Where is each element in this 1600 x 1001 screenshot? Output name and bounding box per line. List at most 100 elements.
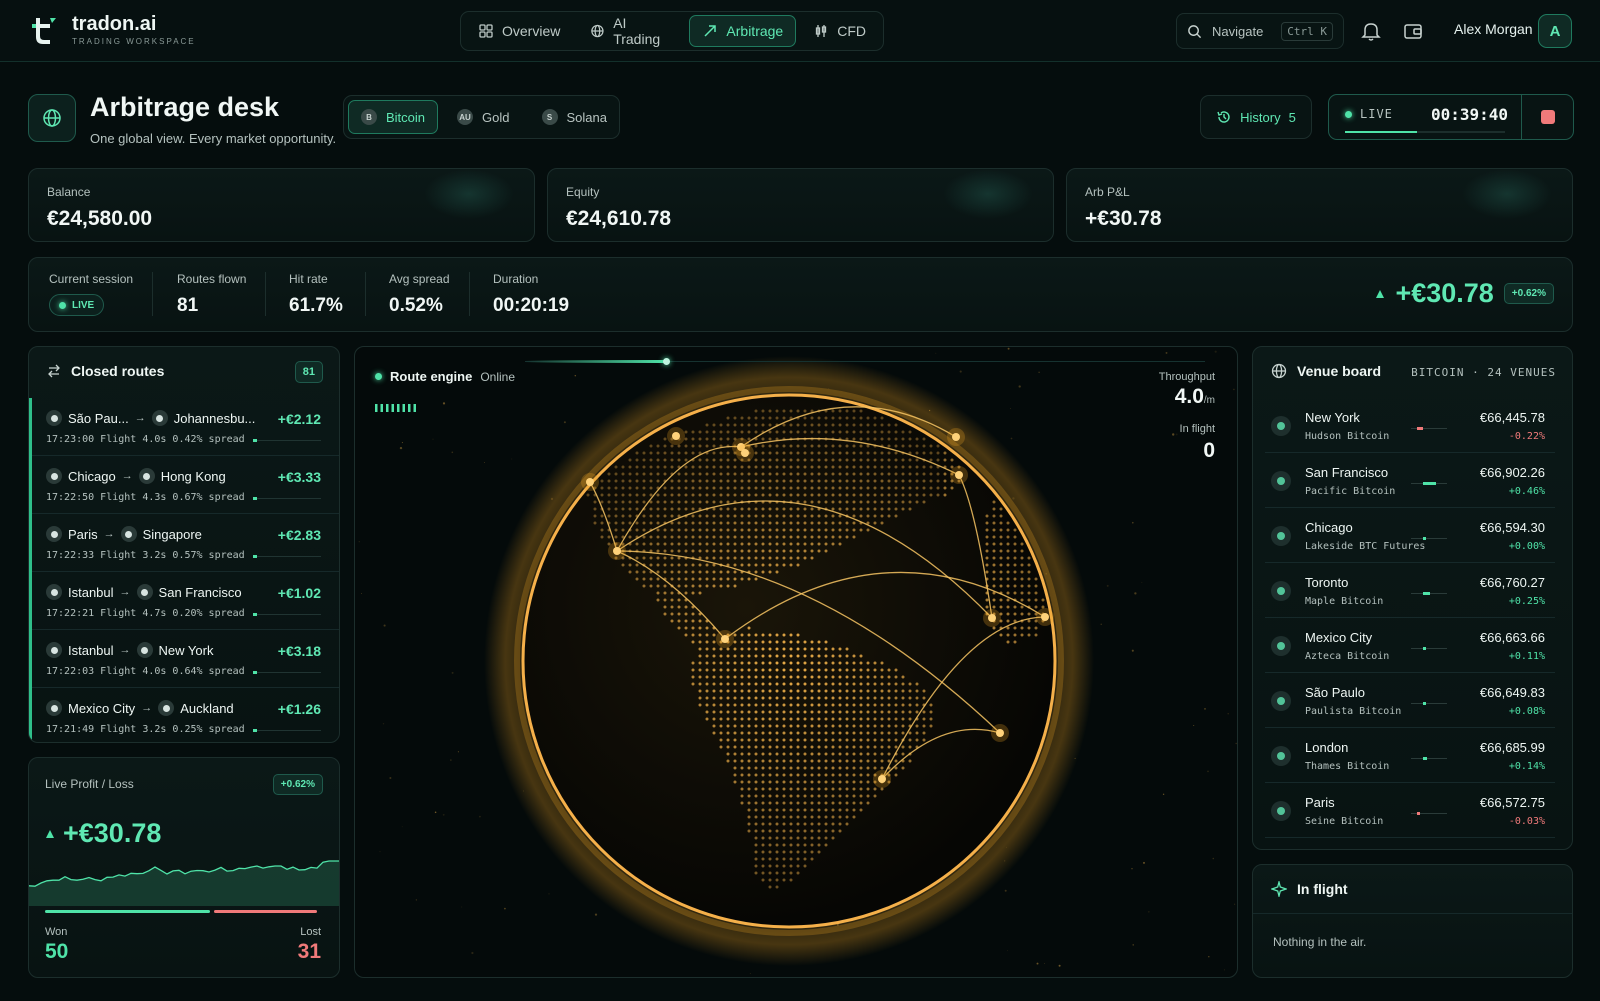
history-button[interactable]: History 5 — [1200, 95, 1312, 139]
land-dot — [866, 759, 870, 763]
land-dot — [999, 563, 1003, 567]
land-dot — [768, 850, 772, 854]
land-dot — [761, 640, 765, 644]
shortcut-key: Ctrl K — [1281, 21, 1333, 41]
land-dot — [712, 423, 716, 427]
signal-bar — [391, 404, 394, 412]
land-dot — [782, 661, 786, 665]
land-dot — [677, 472, 681, 476]
land-dot — [782, 514, 786, 518]
land-dot — [768, 542, 772, 546]
land-dot — [901, 507, 905, 511]
land-dot — [859, 745, 863, 749]
land-dot — [796, 871, 800, 875]
land-dot — [768, 640, 772, 644]
stop-button[interactable] — [1521, 95, 1573, 139]
land-dot — [691, 591, 695, 595]
land-dot — [824, 689, 828, 693]
app-logo[interactable]: tradon.ai TRADING WORKSPACE — [28, 14, 196, 46]
tab-cfd[interactable]: CFD — [800, 15, 879, 47]
land-dot — [1013, 556, 1017, 560]
land-dot — [880, 458, 884, 462]
globe-map[interactable] — [355, 347, 1238, 978]
route-row[interactable]: Istanbul → New York +€3.18 17:22:03 Flight 4… — [32, 630, 339, 688]
land-dot — [761, 815, 765, 819]
in-flight-empty-state: Nothing in the air. — [1273, 935, 1367, 949]
venue-node — [613, 547, 621, 555]
land-dot — [1006, 521, 1010, 525]
venue-row[interactable]: Toronto Maple Bitcoin €66,760.27 +0.25% — [1265, 564, 1555, 618]
land-dot — [915, 444, 919, 448]
land-dot — [838, 416, 842, 420]
land-dot — [915, 486, 919, 490]
tab-ai-trading[interactable]: AI Trading — [577, 15, 685, 47]
land-dot — [985, 521, 989, 525]
land-dot — [775, 409, 779, 413]
tab-arbitrage[interactable]: Arbitrage — [689, 15, 797, 47]
land-dot — [761, 766, 765, 770]
land-dot — [740, 682, 744, 686]
venue-row[interactable]: Chicago Lakeside BTC Futures €66,594.30 +0.… — [1265, 509, 1555, 563]
land-dot — [999, 549, 1003, 553]
land-dot — [782, 717, 786, 721]
session-pnl-pct: +0.62% — [1503, 283, 1554, 304]
wallet-icon[interactable] — [1402, 20, 1424, 42]
land-dot — [999, 535, 1003, 539]
land-dot — [677, 521, 681, 525]
star — [432, 438, 434, 440]
land-dot — [901, 731, 905, 735]
venue-row[interactable]: São Paulo Paulista Bitcoin €66,649.83 +0.08… — [1265, 674, 1555, 728]
land-dot — [663, 591, 667, 595]
tab-overview[interactable]: Overview — [465, 15, 573, 47]
land-dot — [733, 682, 737, 686]
land-dot — [922, 472, 926, 476]
avatar[interactable]: A — [1538, 14, 1572, 48]
land-dot — [719, 668, 723, 672]
venue-change-bar — [1411, 757, 1447, 760]
venue-status-icon — [1271, 636, 1291, 656]
land-dot — [908, 689, 912, 693]
asset-tab-solana[interactable]: S Solana — [529, 100, 620, 134]
land-dot — [894, 493, 898, 497]
venue-row[interactable]: New York Hudson Bitcoin €66,445.78 -0.22% — [1265, 399, 1555, 453]
route-row[interactable]: Mexico City → Auckland +€1.26 17:21:49 Fligh… — [32, 688, 339, 742]
land-dot — [614, 479, 618, 483]
venue-row[interactable]: San Francisco Pacific Bitcoin €66,902.26 +0… — [1265, 454, 1555, 508]
land-dot — [782, 745, 786, 749]
venue-status-icon — [1271, 471, 1291, 491]
venue-dot-icon — [120, 526, 137, 542]
land-dot — [894, 710, 898, 714]
land-dot — [747, 542, 751, 546]
land-dot — [845, 738, 849, 742]
bell-icon[interactable] — [1360, 20, 1382, 42]
route-meta: 17:22:33 Flight 3.2s 0.57% spread — [46, 550, 245, 561]
user-name[interactable]: Alex Morgan — [1454, 21, 1533, 37]
land-dot — [803, 423, 807, 427]
land-dot — [698, 514, 702, 518]
route-row[interactable]: Chicago → Hong Kong +€3.33 17:22:50 Flight 4… — [32, 456, 339, 514]
land-dot — [789, 507, 793, 511]
venue-row[interactable]: Mexico City Azteca Bitcoin €66,663.66 +0.11… — [1265, 619, 1555, 673]
land-dot — [789, 668, 793, 672]
land-dot — [992, 563, 996, 567]
land-dot — [747, 822, 751, 826]
land-dot — [1006, 549, 1010, 553]
asset-tab-gold[interactable]: AU Gold — [444, 100, 522, 134]
land-dot — [733, 423, 737, 427]
land-dot — [810, 724, 814, 728]
venue-row[interactable]: London Thames Bitcoin €66,685.99 +0.14% — [1265, 729, 1555, 783]
land-dot — [747, 507, 751, 511]
asset-tab-bitcoin[interactable]: B Bitcoin — [348, 100, 439, 134]
land-dot — [677, 458, 681, 462]
route-row[interactable]: São Pau... → Johannesbu... +€2.12 17:23:00 F… — [32, 398, 339, 456]
land-dot — [698, 521, 702, 525]
land-dot — [747, 577, 751, 581]
venue-node — [988, 614, 996, 622]
venue-row[interactable]: Paris Seine Bitcoin €66,572.75 -0.03% — [1265, 784, 1555, 838]
route-row[interactable]: Istanbul → San Francisco +€1.02 17:22:21 Fli… — [32, 572, 339, 630]
land-dot — [733, 486, 737, 490]
land-dot — [782, 675, 786, 679]
land-dot — [649, 479, 653, 483]
navigate-search[interactable]: Navigate Ctrl K — [1176, 13, 1344, 49]
route-row[interactable]: Paris → Singapore +€2.83 17:22:33 Flight 3.2… — [32, 514, 339, 572]
